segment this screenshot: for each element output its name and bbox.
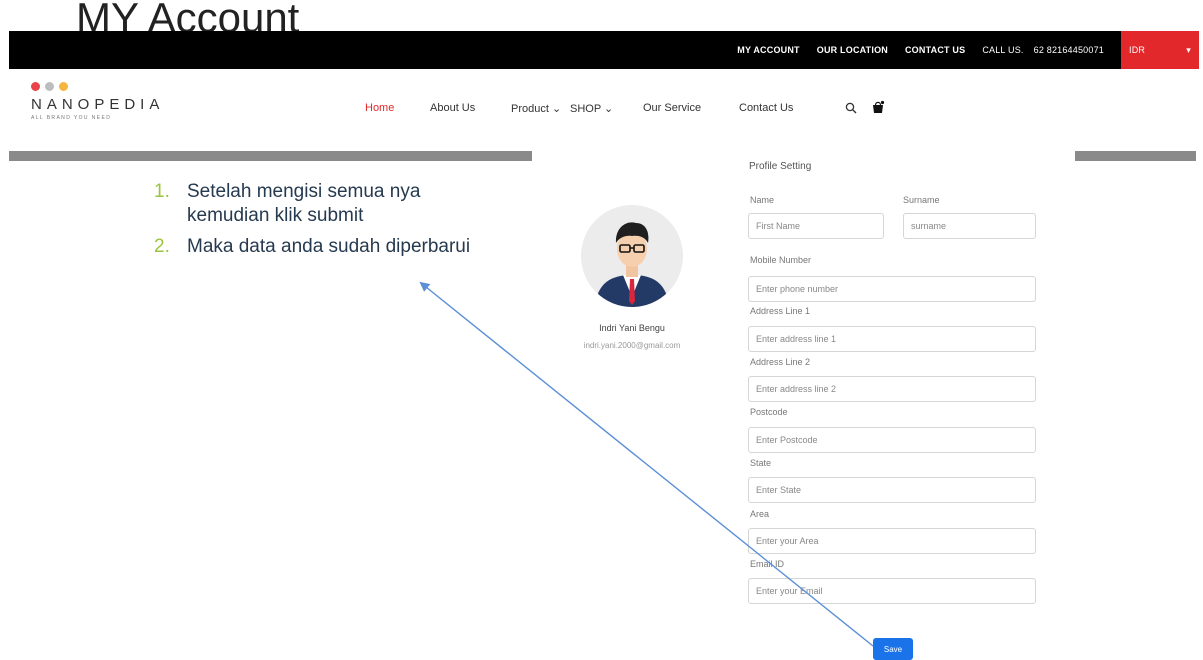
brand-logo[interactable]: NANOPEDIA ALL BRAND YOU NEED <box>31 82 164 121</box>
profile-email: indri.yani.2000@gmail.com <box>583 341 681 350</box>
logo-dot <box>45 82 54 91</box>
area-label: Area <box>750 509 770 519</box>
nav-item-our-service[interactable]: Our Service <box>643 102 739 115</box>
postcode-input[interactable]: Enter Postcode <box>748 427 1036 453</box>
call-us-label: CALL US. <box>982 45 1024 55</box>
nav-item-shop[interactable]: SHOP ⌄ <box>570 102 643 115</box>
save-button[interactable]: Save <box>873 638 913 660</box>
email-input[interactable]: Enter your Email <box>748 578 1036 604</box>
profile-settings-title: Profile Setting <box>749 161 812 172</box>
chevron-down-icon: ▾ <box>1186 44 1191 55</box>
top-utility-bar: MY ACCOUNT OUR LOCATION CONTACT US CALL … <box>9 31 1199 69</box>
address-line1-label: Address Line 1 <box>750 306 811 316</box>
logo-dot <box>59 82 68 91</box>
email-label: Email ID <box>750 559 785 569</box>
profile-name: Indri Yani Bengu <box>599 323 665 333</box>
brand-tagline: ALL BRAND YOU NEED <box>31 115 112 121</box>
step-item: 1. Setelah mengisi semua nya kemudian kl… <box>154 180 487 228</box>
area-input[interactable]: Enter your Area <box>748 528 1036 554</box>
address-line2-label: Address Line 2 <box>750 357 811 367</box>
step-number: 1. <box>154 181 170 202</box>
currency-selector[interactable]: IDR ▾ <box>1121 31 1199 69</box>
main-menu: Home About Us Product ⌄ SHOP ⌄ Our Servi… <box>365 102 819 115</box>
state-input[interactable]: Enter State <box>748 477 1036 503</box>
main-navbar: NANOPEDIA ALL BRAND YOU NEED Home About … <box>9 69 1199 151</box>
step-text: Setelah mengisi semua nya kemudian klik … <box>187 181 421 226</box>
step-number: 2. <box>154 236 170 257</box>
mobile-number-input[interactable]: Enter phone number <box>748 276 1036 302</box>
postcode-label: Postcode <box>750 407 788 417</box>
address-line2-input[interactable]: Enter address line 2 <box>748 376 1036 402</box>
cart-icon[interactable] <box>871 100 885 119</box>
profile-avatar <box>581 205 683 307</box>
avatar-illustration <box>581 205 683 307</box>
topbar-contact-us-link[interactable]: CONTACT US <box>905 45 965 55</box>
topbar-call-us: CALL US. 62 82164450071 <box>982 45 1104 55</box>
nav-item-contact-us[interactable]: Contact Us <box>739 102 819 115</box>
topbar-my-account-link[interactable]: MY ACCOUNT <box>737 45 800 55</box>
logo-dot <box>31 82 40 91</box>
first-name-input[interactable]: First Name <box>748 213 884 239</box>
nav-icons <box>845 100 885 119</box>
address-line1-input[interactable]: Enter address line 1 <box>748 326 1036 352</box>
name-label: Name <box>750 195 775 205</box>
instruction-steps: 1. Setelah mengisi semua nya kemudian kl… <box>154 180 487 266</box>
search-icon[interactable] <box>845 101 857 119</box>
surname-label: Surname <box>903 195 940 205</box>
nav-item-home[interactable]: Home <box>365 102 430 115</box>
nav-item-about-us[interactable]: About Us <box>430 102 511 115</box>
logo-dots-icon <box>31 82 164 91</box>
mobile-number-label: Mobile Number <box>750 255 812 265</box>
call-us-phone[interactable]: 62 82164450071 <box>1034 45 1104 55</box>
topbar-our-location-link[interactable]: OUR LOCATION <box>817 45 888 55</box>
step-item: 2. Maka data anda sudah diperbarui <box>154 235 487 259</box>
state-label: State <box>750 458 772 468</box>
nav-item-product[interactable]: Product ⌄ <box>511 102 570 115</box>
header-band-right <box>1075 151 1196 161</box>
step-text: Maka data anda sudah diperbarui <box>187 236 471 257</box>
brand-name: NANOPEDIA <box>31 96 165 113</box>
surname-input[interactable]: surname <box>903 213 1036 239</box>
header-band-left <box>9 151 532 161</box>
currency-value: IDR <box>1129 45 1146 55</box>
